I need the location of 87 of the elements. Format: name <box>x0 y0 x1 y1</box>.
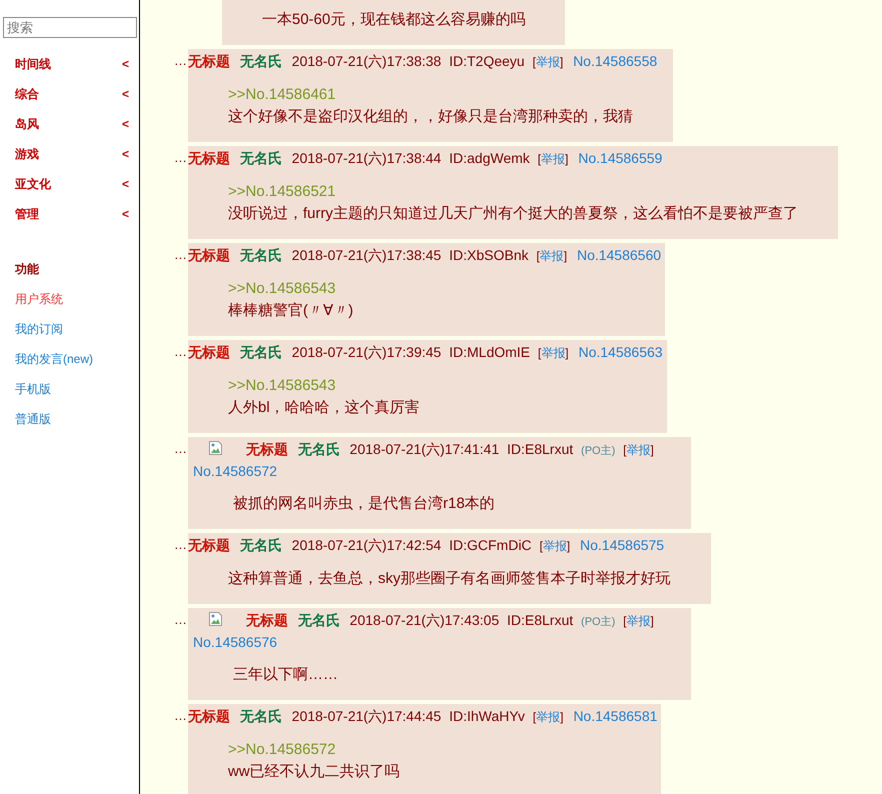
post-title: 无标题 <box>188 150 230 166</box>
post-time: 2018-07-21(六)17:43:05 <box>350 612 500 628</box>
post-time: 2018-07-21(六)17:38:44 <box>292 150 442 166</box>
post-time: 2018-07-21(六)17:38:38 <box>292 53 442 69</box>
ellipsis-marker: … <box>174 707 188 723</box>
reply-text: 这个好像不是盗印汉化组的，，好像只是台湾那种卖的，我猜 <box>228 107 633 127</box>
post-number-link[interactable]: No.14586572 <box>193 463 278 479</box>
poster-id: ID:E8Lrxut <box>507 612 574 628</box>
poster-name: 无名氏 <box>240 537 282 553</box>
post-title: 无标题 <box>188 708 230 724</box>
report-link[interactable]: [举报] <box>539 539 570 553</box>
post-title: 无标题 <box>188 247 230 263</box>
post-title: 无标题 <box>188 53 230 69</box>
report-link[interactable]: [举报] <box>536 249 568 263</box>
nav-item[interactable]: 岛风 < <box>0 109 139 139</box>
poster-id: ID:XbSOBnk <box>449 247 528 263</box>
poster-id: ID:adgWemk <box>449 150 530 166</box>
quote-link[interactable]: >>No.14586461 <box>228 84 633 106</box>
poster-id: ID:MLdOmIE <box>449 344 530 360</box>
post-time: 2018-07-21(六)17:39:45 <box>292 344 442 360</box>
report-link[interactable]: [举报] <box>538 152 568 166</box>
ellipsis-marker: … <box>174 52 188 68</box>
poster-id: ID:IhWaHYv <box>449 708 525 724</box>
reply-text: 被抓的网名叫赤虫，是代售台湾r18本的 <box>233 494 496 514</box>
poster-id: ID:GCFmDiC <box>449 537 532 553</box>
post-number-link[interactable]: No.14586560 <box>576 247 662 263</box>
post-number-link[interactable]: No.14586575 <box>580 537 664 553</box>
poster-name: 无名氏 <box>240 150 282 166</box>
reply-text: 这种算普通，去鱼总，sky那些圈子有名画师签售本子时举报才好玩 <box>228 569 670 589</box>
nav-item[interactable]: 管理 < <box>0 199 139 229</box>
poster-name: 无名氏 <box>298 612 340 628</box>
sidebar-link[interactable]: 我的发言(new) <box>0 344 139 374</box>
ellipsis-marker: … <box>174 536 188 552</box>
quote-link[interactable]: >>No.14586521 <box>228 181 798 203</box>
reply-text: 没听说过，furry主题的只知道过几天广州有个挺大的兽夏祭，这么看怕不是要被严查了 <box>228 204 798 224</box>
nav-item[interactable]: 综合 < <box>0 79 139 109</box>
post-number-link[interactable]: No.14586558 <box>573 53 658 69</box>
reply-text: 人外bl，哈哈哈，这个真厉害 <box>228 398 421 418</box>
reply-text: 一本50-60元，现在钱都这么容易赚的吗 <box>262 10 526 29</box>
reply-text: 棒棒糖警官(〃∀〃) <box>228 301 354 321</box>
poster-name: 无名氏 <box>240 344 282 360</box>
reply-text: ww已经不认九二共识了吗 <box>228 762 401 782</box>
ellipsis-marker: … <box>174 149 188 165</box>
po-tag: (PO主) <box>581 616 616 628</box>
poster-name: 无名氏 <box>240 53 282 69</box>
reply-text: 三年以下啊…… <box>233 665 339 685</box>
ellipsis-marker: … <box>174 440 188 456</box>
nav-item[interactable]: 游戏 < <box>0 139 139 169</box>
po-tag: (PO主) <box>581 445 616 457</box>
ellipsis-marker: … <box>174 343 188 359</box>
nav-item[interactable]: 时间线 < <box>0 49 139 79</box>
quote-link[interactable]: >>No.14586572 <box>228 739 622 761</box>
search-field[interactable]: 搜索 <box>3 17 137 38</box>
poster-name: 无名氏 <box>298 441 340 457</box>
report-link[interactable]: [举报] <box>532 710 564 724</box>
nav-item[interactable]: 亚文化 < <box>0 169 139 199</box>
section-title: 功能 <box>14 261 40 278</box>
post-title: 无标题 <box>188 537 230 553</box>
quote-link[interactable]: >>No.14586543 <box>228 278 626 300</box>
post-time: 2018-07-21(六)17:44:45 <box>292 708 442 724</box>
post-title: 无标题 <box>246 612 288 628</box>
sidebar-link[interactable]: 普通版 <box>0 404 139 434</box>
post-title: 无标题 <box>246 441 288 457</box>
report-link[interactable]: [举报] <box>532 55 564 69</box>
broken-image-icon <box>208 611 224 627</box>
post-number-link[interactable]: No.14586563 <box>578 344 663 360</box>
report-link[interactable]: [举报] <box>538 346 569 360</box>
poster-name: 无名氏 <box>240 708 282 724</box>
poster-name: 无名氏 <box>240 247 282 263</box>
sidebar-link[interactable]: 我的订阅 <box>0 314 139 344</box>
broken-image-icon <box>208 440 224 456</box>
report-link[interactable]: [举报] <box>623 614 654 628</box>
quote-link[interactable]: >>No.14586543 <box>228 375 627 397</box>
poster-id: ID:E8Lrxut <box>507 441 574 457</box>
sidebar-link[interactable]: 手机版 <box>0 374 139 404</box>
poster-id: ID:T2Qeeyu <box>449 53 525 69</box>
post-time: 2018-07-21(六)17:38:45 <box>292 247 442 263</box>
ellipsis-marker: … <box>174 611 188 627</box>
post-number-link[interactable]: No.14586559 <box>578 150 662 166</box>
post-number-link[interactable]: No.14586581 <box>573 708 658 724</box>
post-time: 2018-07-21(六)17:42:54 <box>292 537 442 553</box>
post-time: 2018-07-21(六)17:41:41 <box>350 441 500 457</box>
post-title: 无标题 <box>188 344 230 360</box>
post-number-link[interactable]: No.14586576 <box>193 634 278 650</box>
ellipsis-marker: … <box>174 246 188 262</box>
report-link[interactable]: [举报] <box>623 443 654 457</box>
sidebar-link[interactable]: 用户系统 <box>0 284 139 314</box>
